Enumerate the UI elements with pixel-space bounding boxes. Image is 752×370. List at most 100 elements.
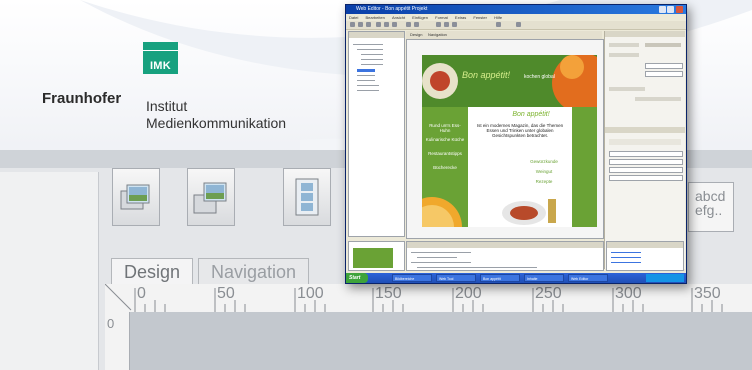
ruler-label: 250: [535, 285, 562, 302]
page-copy-icon: [193, 182, 227, 214]
doc-tab-bar: Design Navigation: [406, 31, 602, 39]
tree-item[interactable]: [357, 90, 379, 91]
link-row[interactable]: [609, 159, 683, 165]
tree-item[interactable]: [357, 75, 375, 76]
new-icon[interactable]: [350, 22, 355, 27]
page-content: Bon appétit! Ist ein modernes Magazin, d…: [468, 107, 572, 227]
tree-item-selected[interactable]: [357, 69, 375, 72]
doc-tab-design[interactable]: Design: [410, 31, 422, 39]
italic-icon[interactable]: [444, 22, 449, 27]
minimize-icon[interactable]: [659, 6, 666, 13]
property-field[interactable]: [645, 63, 683, 69]
underline-icon[interactable]: [452, 22, 457, 27]
preview-icon[interactable]: [496, 22, 501, 27]
page-stack-button[interactable]: [112, 168, 160, 226]
page-nav-item[interactable]: Bücherecke: [424, 165, 466, 170]
taskbar-item-label: Web Tool: [439, 277, 454, 281]
slide-background: IMK Fraunhofer Institut Medienkommunikat…: [0, 0, 752, 370]
taskbar-item[interactable]: Web Tool: [436, 274, 476, 282]
property-field[interactable]: [645, 71, 683, 77]
menu-item[interactable]: Fenster: [473, 15, 487, 20]
layer-row[interactable]: [611, 252, 641, 253]
maximize-icon[interactable]: [667, 6, 674, 13]
tree-item[interactable]: [361, 64, 383, 65]
tree-item[interactable]: [353, 44, 383, 45]
pane-header: [607, 242, 683, 248]
menu-item[interactable]: Extras: [455, 15, 466, 20]
event-row[interactable]: [411, 262, 471, 263]
menu-item[interactable]: Bearbeiten: [365, 15, 384, 20]
property-row[interactable]: [635, 97, 681, 101]
taskbar-item[interactable]: Bildbereiche: [392, 274, 432, 282]
page-body-title: Bon appétit!: [512, 111, 550, 118]
navigation-events-pane: [406, 241, 604, 271]
page-nav-item[interactable]: Rund um's Ess-Huhn: [424, 123, 466, 133]
open-icon[interactable]: [358, 22, 363, 27]
design-canvas[interactable]: [130, 312, 752, 370]
menu-item[interactable]: Ansicht: [392, 15, 405, 20]
event-row[interactable]: [417, 257, 457, 258]
menu-item[interactable]: Format: [435, 15, 448, 20]
menu-item[interactable]: Hilfe: [494, 15, 502, 20]
link-row[interactable]: [609, 151, 683, 157]
taskbar-item[interactable]: Bon appétit: [480, 274, 520, 282]
page-side-link[interactable]: Weingut: [524, 169, 564, 174]
pane-header: [349, 32, 404, 38]
page-side-link[interactable]: Gewürzkunde: [524, 159, 564, 164]
imk-badge-text: IMK: [149, 60, 172, 72]
start-button[interactable]: Start: [346, 273, 368, 283]
event-row[interactable]: [417, 267, 537, 268]
bold-icon[interactable]: [436, 22, 441, 27]
cut-icon[interactable]: [376, 22, 381, 27]
page-stack-icon: [120, 184, 150, 210]
tree-item[interactable]: [357, 49, 383, 50]
page-header-title: Bon appétit!: [462, 70, 511, 80]
property-row[interactable]: [609, 87, 645, 91]
page-side-link[interactable]: Rezepte: [524, 179, 564, 184]
page-right-column: [572, 107, 597, 227]
links-toolbar: [609, 139, 681, 145]
tab-design[interactable]: Design: [111, 258, 194, 285]
tree-item[interactable]: [357, 80, 375, 81]
page-header-banner: Bon appétit! kochen global: [422, 55, 597, 107]
ruler-label: 300: [615, 285, 642, 302]
redo-icon[interactable]: [414, 22, 419, 27]
menu-item[interactable]: Einfügen: [412, 15, 428, 20]
text-tool-button[interactable]: abcd efg..: [688, 182, 734, 232]
text-tool-label: abcd efg..: [695, 188, 726, 218]
doc-tab-navigation[interactable]: Navigation: [428, 31, 447, 39]
paste-icon[interactable]: [392, 22, 397, 27]
event-row[interactable]: [411, 252, 471, 253]
properties-panel: [604, 31, 685, 269]
page-nav-item[interactable]: Restaurantstipps: [424, 151, 466, 156]
copy-icon[interactable]: [384, 22, 389, 27]
logo-divider: [143, 50, 178, 51]
links-header: [605, 127, 685, 133]
taskbar-item[interactable]: Web Editor: [568, 274, 608, 282]
ruler-label: 150: [375, 285, 402, 302]
menu-item[interactable]: Datei: [349, 15, 358, 20]
tab-navigation[interactable]: Navigation: [198, 258, 310, 285]
link-row[interactable]: [609, 175, 683, 181]
filmstrip-icon: [295, 178, 319, 216]
help-icon[interactable]: [516, 22, 521, 27]
filmstrip-button[interactable]: [283, 168, 331, 226]
layer-row[interactable]: [611, 262, 641, 263]
taskbar-item-label: Bildbereiche: [395, 277, 415, 281]
tree-item[interactable]: [357, 85, 379, 86]
page-thumbnail[interactable]: [353, 248, 393, 268]
layer-row[interactable]: [611, 257, 641, 258]
close-icon[interactable]: [676, 6, 683, 13]
property-row[interactable]: [609, 53, 639, 57]
undo-icon[interactable]: [406, 22, 411, 27]
tree-item[interactable]: [361, 59, 383, 60]
property-row[interactable]: [609, 43, 639, 47]
save-icon[interactable]: [366, 22, 371, 27]
page-thumbnail-pane: [348, 241, 405, 271]
property-field[interactable]: [645, 43, 681, 47]
taskbar-item[interactable]: Inhalte: [524, 274, 564, 282]
link-row[interactable]: [609, 167, 683, 173]
page-nav-item[interactable]: Kulinarische Küche: [424, 137, 466, 142]
page-copy-button[interactable]: [187, 168, 235, 226]
tree-item[interactable]: [361, 54, 383, 55]
